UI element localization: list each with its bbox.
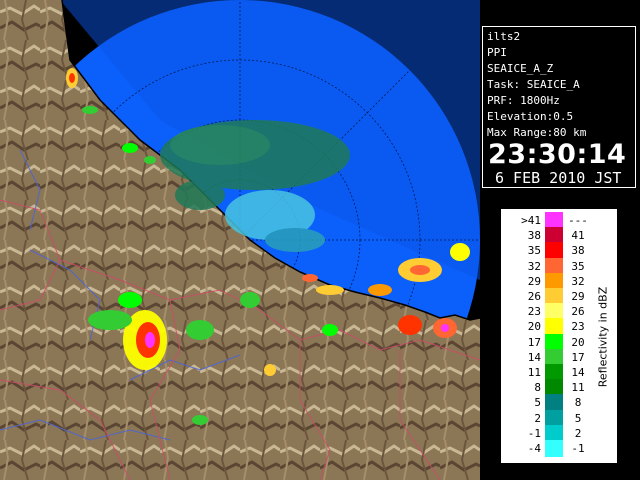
max-range-value: Max Range:80 km	[487, 126, 587, 139]
legend-upper-bound: -1	[571, 442, 585, 455]
product-name: SEAICE_A_Z	[487, 62, 554, 75]
scan-time: 23:30:14	[488, 139, 627, 170]
radar-ppi-display[interactable]	[0, 0, 480, 480]
info-panel: ilts2 PPI SEAICE_A_Z Task: SEAICE_A PRF:…	[480, 0, 640, 480]
scan-date: 6 FEB 2010 JST	[495, 169, 622, 187]
radar-info-box: ilts2 PPI SEAICE_A_Z Task: SEAICE_A PRF:…	[482, 26, 636, 188]
elevation-value: Elevation:0.5	[487, 110, 574, 123]
legend-lower-bound: -4	[527, 442, 541, 455]
reflectivity-legend: >41 --- 38 41 35 38 32 35 29 32 26 29 23 26 20 23 17 20 14…	[500, 208, 618, 464]
prf-value: PRF: 1800Hz	[487, 94, 560, 107]
legend-title: Reflectivity in dBZ	[596, 286, 610, 388]
legend-row: -4 -1	[501, 440, 601, 457]
legend-color-swatch	[545, 440, 563, 457]
scan-mode: PPI	[487, 46, 507, 59]
radar-map	[0, 0, 480, 480]
station-name: ilts2	[487, 30, 521, 43]
task-name: Task: SEAICE_A	[487, 78, 580, 91]
